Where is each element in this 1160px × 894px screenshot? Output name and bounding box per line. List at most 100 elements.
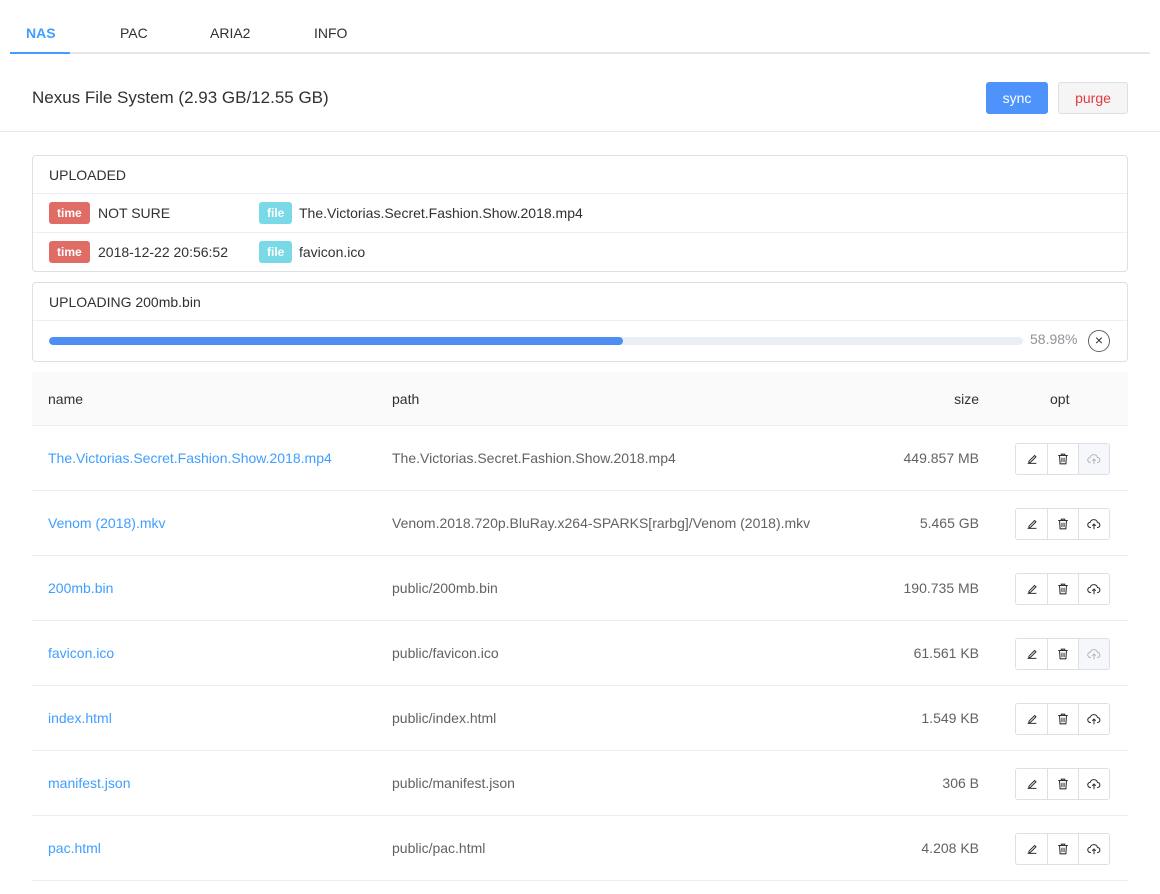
file-size: 449.857 MB [903, 450, 980, 466]
page-title: Nexus File System (2.93 GB/12.55 GB) [32, 88, 329, 107]
delete-button[interactable] [1047, 574, 1078, 604]
table-row: favicon.ico public/favicon.ico 61.561 KB [32, 621, 1128, 686]
file-tag: file [259, 241, 293, 263]
page-header: Nexus File System (2.93 GB/12.55 GB) syn… [0, 54, 1160, 132]
table-row: The.Victorias.Secret.Fashion.Show.2018.m… [32, 426, 1128, 491]
edit-icon [1025, 647, 1039, 661]
file-name-link[interactable]: index.html [48, 686, 112, 751]
trash-icon [1056, 777, 1070, 791]
table-row: 200mb.bin public/200mb.bin 190.735 MB [32, 556, 1128, 621]
trash-icon [1056, 517, 1070, 531]
file-tag: file [259, 202, 293, 224]
delete-button[interactable] [1047, 834, 1078, 864]
tab-info[interactable]: INFO [314, 14, 347, 54]
file-size: 61.561 KB [913, 645, 979, 661]
file-table: name path size opt The.Victorias.Secret.… [32, 372, 1128, 881]
edit-button[interactable] [1016, 444, 1047, 474]
table-row: index.html public/index.html 1.549 KB [32, 686, 1128, 751]
edit-icon [1025, 452, 1039, 466]
row-actions [1015, 768, 1110, 800]
edit-icon [1025, 582, 1039, 596]
row-actions [1015, 508, 1110, 540]
tab-pac[interactable]: PAC [120, 14, 148, 54]
trash-icon [1056, 647, 1070, 661]
upload-button[interactable] [1078, 639, 1109, 669]
uploaded-item: time NOT SURE file The.Victorias.Secret.… [33, 194, 1127, 233]
row-actions [1015, 573, 1110, 605]
trash-icon [1056, 842, 1070, 856]
upload-button[interactable] [1078, 769, 1109, 799]
file-path: public/manifest.json [392, 775, 515, 791]
column-header-path: path [392, 391, 420, 407]
delete-button[interactable] [1047, 639, 1078, 669]
file-name-link[interactable]: 200mb.bin [48, 556, 113, 621]
cloud-upload-icon [1087, 842, 1101, 856]
upload-progress-fill [49, 337, 624, 345]
purge-button[interactable]: purge [1058, 82, 1128, 114]
upload-button[interactable] [1078, 704, 1109, 734]
sync-button[interactable]: sync [986, 82, 1048, 114]
column-header-opt: opt [1050, 391, 1070, 407]
uploaded-time: NOT SURE [98, 205, 171, 221]
cloud-upload-icon [1087, 777, 1101, 791]
upload-progress-text: 58.98% [1030, 331, 1078, 347]
edit-button[interactable] [1016, 834, 1047, 864]
edit-button[interactable] [1016, 574, 1047, 604]
tab-nas[interactable]: NAS [26, 14, 56, 54]
file-name-link[interactable]: favicon.ico [48, 621, 114, 686]
delete-button[interactable] [1047, 444, 1078, 474]
cancel-upload-button[interactable]: × [1088, 330, 1110, 352]
file-size: 190.735 MB [903, 580, 980, 596]
file-size: 306 B [942, 775, 979, 791]
edit-button[interactable] [1016, 769, 1047, 799]
upload-progress-bar [49, 337, 1023, 345]
row-actions [1015, 443, 1110, 475]
table-body: The.Victorias.Secret.Fashion.Show.2018.m… [32, 426, 1128, 881]
trash-icon [1056, 452, 1070, 466]
file-path: Venom.2018.720p.BluRay.x264-SPARKS[rarbg… [392, 515, 811, 531]
file-path: The.Victorias.Secret.Fashion.Show.2018.m… [392, 450, 676, 466]
file-name-link[interactable]: The.Victorias.Secret.Fashion.Show.2018.m… [48, 426, 332, 491]
upload-button[interactable] [1078, 509, 1109, 539]
edit-button[interactable] [1016, 639, 1047, 669]
uploading-card: UPLOADING 200mb.bin 58.98% × [32, 282, 1128, 362]
edit-button[interactable] [1016, 704, 1047, 734]
file-path: public/index.html [392, 710, 497, 726]
time-tag: time [49, 241, 90, 263]
file-name-link[interactable]: manifest.json [48, 751, 130, 816]
uploading-card-title: UPLOADING 200mb.bin [33, 283, 1127, 321]
upload-button[interactable] [1078, 574, 1109, 604]
delete-button[interactable] [1047, 509, 1078, 539]
row-actions [1015, 703, 1110, 735]
trash-icon [1056, 712, 1070, 726]
delete-button[interactable] [1047, 769, 1078, 799]
uploaded-item: time 2018-12-22 20:56:52 file favicon.ic… [33, 233, 1127, 272]
edit-icon [1025, 517, 1039, 531]
tab-bar: NAS PAC ARIA2 INFO [10, 14, 1150, 54]
table-row: pac.html public/pac.html 4.208 KB [32, 816, 1128, 881]
delete-button[interactable] [1047, 704, 1078, 734]
edit-icon [1025, 842, 1039, 856]
cloud-upload-icon [1087, 452, 1101, 466]
file-size: 4.208 KB [921, 840, 979, 856]
column-header-name: name [48, 391, 84, 407]
file-name-link[interactable]: pac.html [48, 816, 101, 881]
upload-button[interactable] [1078, 444, 1109, 474]
uploaded-file: The.Victorias.Secret.Fashion.Show.2018.m… [299, 205, 583, 221]
file-size: 1.549 KB [921, 710, 979, 726]
edit-icon [1025, 777, 1039, 791]
cloud-upload-icon [1087, 712, 1101, 726]
table-row: Venom (2018).mkv Venom.2018.720p.BluRay.x… [32, 491, 1128, 556]
upload-button[interactable] [1078, 834, 1109, 864]
file-path: public/200mb.bin [392, 580, 498, 596]
edit-button[interactable] [1016, 509, 1047, 539]
tab-aria2[interactable]: ARIA2 [210, 14, 250, 54]
file-path: public/favicon.ico [392, 645, 499, 661]
uploaded-card-title: UPLOADED [33, 156, 1127, 194]
table-row: manifest.json public/manifest.json 306 B [32, 751, 1128, 816]
uploaded-time: 2018-12-22 20:56:52 [98, 244, 228, 260]
cloud-upload-icon [1087, 647, 1101, 661]
uploaded-card: UPLOADED time NOT SURE file The.Victoria… [32, 155, 1128, 272]
edit-icon [1025, 712, 1039, 726]
file-name-link[interactable]: Venom (2018).mkv [48, 491, 166, 556]
